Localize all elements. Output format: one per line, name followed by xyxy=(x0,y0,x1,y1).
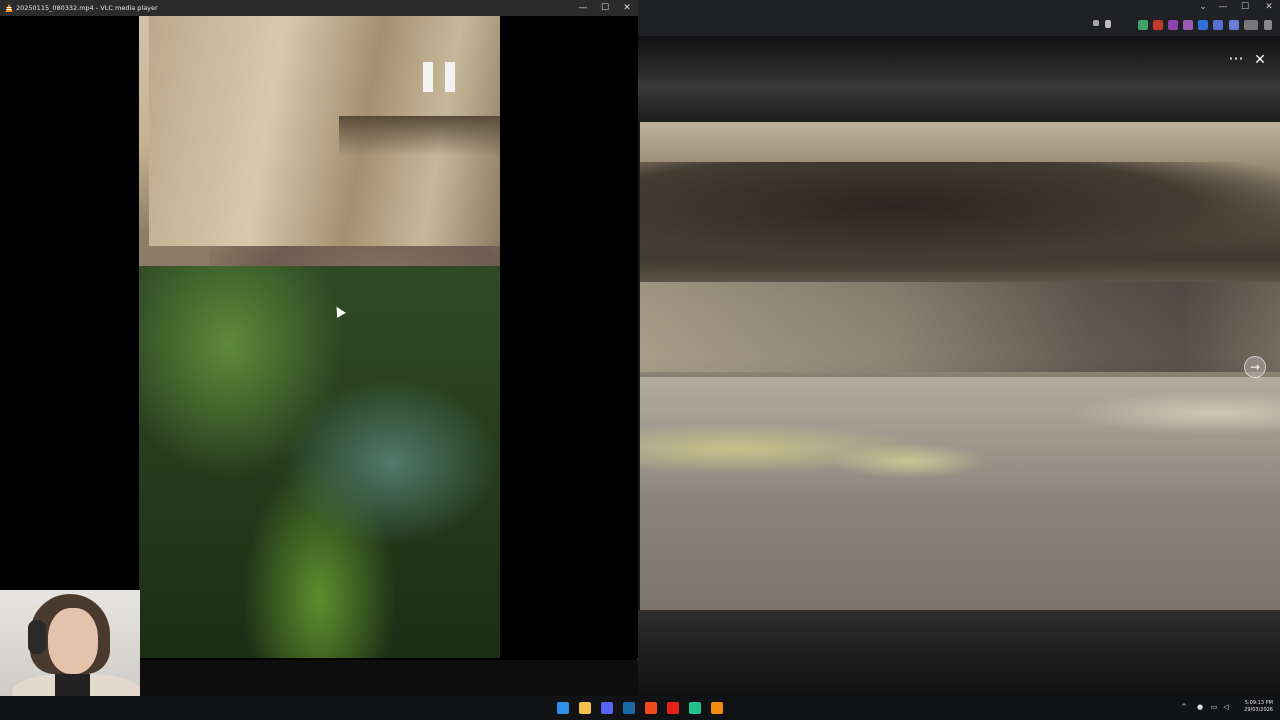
clock-date: 29/03/2026 xyxy=(1244,707,1273,713)
vlc-titlebar[interactable]: 20250115_080332.mp4 - VLC media player —… xyxy=(0,0,638,16)
vlc-icon[interactable] xyxy=(711,702,723,714)
photo-viewer: ⌄ — ☐ ✕ ··· ✕ → xyxy=(638,0,1280,720)
window-title: 20250115_080332.mp4 - VLC media player xyxy=(16,4,158,12)
youtube-music-icon[interactable] xyxy=(667,702,679,714)
speaker-icon[interactable]: ◁ xyxy=(1222,703,1230,711)
taskbar: ^ ● ▭ ◁ 5:09:13 PM 29/03/2026 xyxy=(0,696,1280,720)
file-explorer-icon[interactable] xyxy=(579,702,591,714)
microphone-icon[interactable]: ● xyxy=(1196,703,1204,711)
extension-icon[interactable] xyxy=(1183,20,1193,30)
pause-icon[interactable] xyxy=(423,62,455,92)
bookmark-icon[interactable] xyxy=(1105,20,1111,28)
browser-titlebar[interactable]: ⌄ — ☐ ✕ xyxy=(638,0,1280,16)
next-photo-button[interactable]: → xyxy=(1244,356,1266,378)
clock-time: 5:09:13 PM xyxy=(1244,700,1273,706)
minimize-button[interactable]: — xyxy=(1218,2,1228,12)
chevron-up-icon[interactable]: ^ xyxy=(1180,703,1188,711)
download-icon[interactable] xyxy=(1198,20,1208,30)
brave-icon[interactable] xyxy=(645,702,657,714)
more-options-button[interactable]: ··· xyxy=(1226,50,1246,70)
extension-icon[interactable] xyxy=(1153,20,1163,30)
vlc-window: 20250115_080332.mp4 - VLC media player —… xyxy=(0,0,638,660)
browser-toolbar xyxy=(638,16,1280,36)
menu-icon[interactable] xyxy=(1093,20,1099,26)
cliff-shadow xyxy=(339,116,500,156)
windows-start-icon[interactable] xyxy=(557,702,569,714)
vlc-cone-icon xyxy=(5,3,13,12)
rock-shelter-photo xyxy=(640,122,1280,610)
viewer-top-area xyxy=(638,36,1280,122)
extension-icon[interactable] xyxy=(1213,20,1223,30)
vpn-icon[interactable] xyxy=(1244,20,1258,30)
minimize-button[interactable]: — xyxy=(572,0,594,16)
close-button[interactable]: ✕ xyxy=(1264,2,1274,12)
steam-icon[interactable] xyxy=(623,702,635,714)
viewer-bottom-area xyxy=(638,610,1280,696)
tab-dropdown-icon[interactable]: ⌄ xyxy=(1198,2,1208,12)
network-icon[interactable]: ▭ xyxy=(1210,703,1218,711)
maximize-button[interactable]: ☐ xyxy=(1240,2,1250,12)
discord-icon[interactable] xyxy=(601,702,613,714)
video-area[interactable] xyxy=(0,16,638,658)
menu-icon[interactable] xyxy=(1264,20,1272,30)
close-viewer-button[interactable]: ✕ xyxy=(1250,50,1270,70)
extension-icon[interactable] xyxy=(1229,20,1239,30)
video-frame[interactable] xyxy=(139,16,500,658)
extension-icon[interactable] xyxy=(1168,20,1178,30)
maximize-button[interactable]: ☐ xyxy=(594,0,616,16)
ferns xyxy=(139,266,500,658)
extension-icon[interactable] xyxy=(1138,20,1148,30)
clock[interactable]: 5:09:13 PM 29/03/2026 xyxy=(1237,700,1273,714)
app-icon[interactable] xyxy=(689,702,701,714)
close-button[interactable]: ✕ xyxy=(616,0,638,16)
